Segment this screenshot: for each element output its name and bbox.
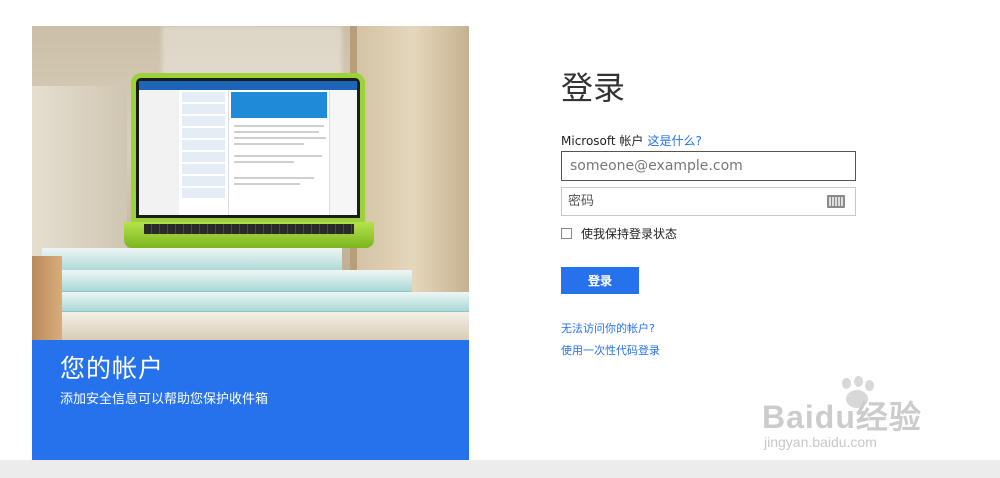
keep-signed-in-checkbox[interactable] <box>561 227 572 239</box>
watermark-brand: Baidu经验 <box>762 399 922 435</box>
hero-subtitle: 添加安全信息可以帮助您保护收件箱 <box>60 392 269 407</box>
email-input[interactable] <box>561 151 856 181</box>
sign-in-button[interactable]: 登录 <box>561 267 639 294</box>
keep-signed-in-label[interactable]: 使我保持登录状态 <box>581 225 677 242</box>
watermark-url: jingyan.baidu.com <box>764 434 877 450</box>
page-title: 登录 <box>561 69 626 107</box>
hero-laptop-photo <box>32 26 469 340</box>
password-field[interactable] <box>561 187 856 216</box>
baidu-watermark: Baidu经验 jingyan.baidu.com <box>762 376 962 456</box>
keep-signed-in-row[interactable]: 使我保持登录状态 <box>561 225 861 241</box>
account-label: Microsoft 帐户 <box>561 134 644 148</box>
footer-bar <box>0 460 1000 478</box>
hero-title: 您的帐户 <box>60 354 165 383</box>
keyboard-icon[interactable] <box>827 195 845 208</box>
what-is-this-link[interactable]: 这是什么? <box>647 134 701 148</box>
sign-in-form: 登录 Microsoft 帐户这是什么? 使我保持登录状态 登录 无法访问你的帐… <box>561 66 861 366</box>
sign-in-page: 您的帐户 添加安全信息可以帮助您保护收件箱 登录 Microsoft 帐户 这是什… <box>0 0 1000 478</box>
one-time-code-link[interactable]: 使用一次性代码登录 <box>561 344 861 358</box>
hero-caption-band: 您的帐户 添加安全信息可以帮助您保护收件箱 <box>32 340 469 460</box>
help-links: 无法访问你的帐户? 使用一次性代码登录 <box>561 322 861 358</box>
laptop-keyboard <box>144 224 354 234</box>
account-hero-panel: 您的帐户 添加安全信息可以帮助您保护收件箱 <box>32 26 469 460</box>
account-label-row: Microsoft 帐户 这是什么? <box>561 132 861 150</box>
cant-access-account-link[interactable]: 无法访问你的帐户? <box>561 322 861 336</box>
laptop-screen <box>131 73 365 223</box>
password-input[interactable] <box>562 188 817 215</box>
